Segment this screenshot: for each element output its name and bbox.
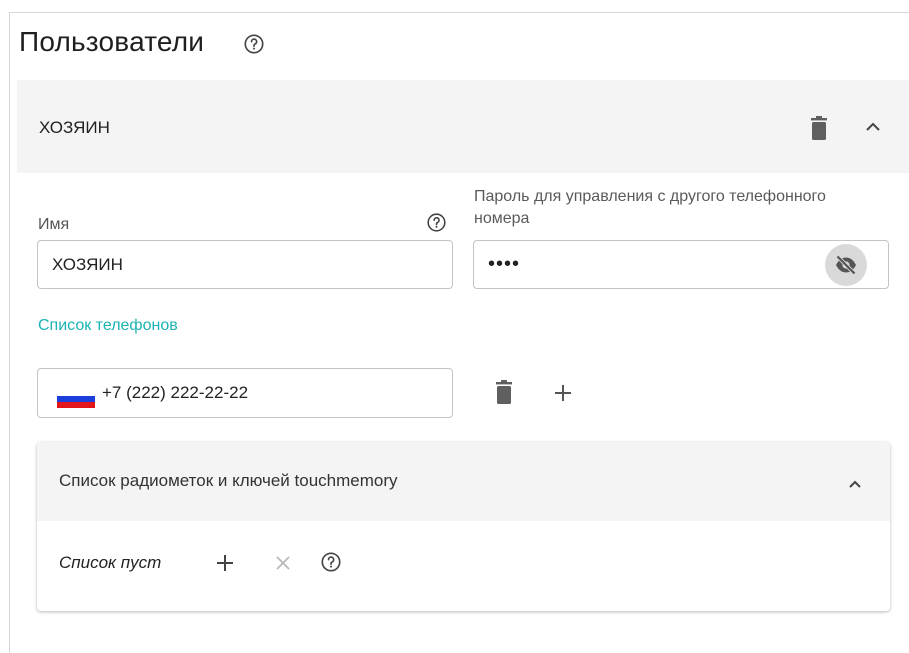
toggle-password-visibility-button[interactable] xyxy=(825,244,867,286)
add-radio-tag-button[interactable] xyxy=(215,553,235,573)
phone-field[interactable]: +7 (222) 222-22-22 xyxy=(37,368,453,418)
phones-heading: Список телефонов xyxy=(38,317,178,334)
password-label: Пароль для управления с другого телефонн… xyxy=(474,188,826,227)
collapse-user-button[interactable] xyxy=(864,120,882,134)
delete-user-button[interactable] xyxy=(809,116,829,140)
plus-icon xyxy=(555,385,571,401)
clear-radio-tags-button[interactable] xyxy=(274,554,292,572)
phone-value: +7 (222) 222-22-22 xyxy=(102,383,249,402)
help-icon[interactable] xyxy=(243,33,265,55)
name-label: Имя xyxy=(38,216,70,233)
page-title: Пользователи xyxy=(19,26,205,57)
add-phone-button[interactable] xyxy=(553,383,573,403)
russia-flag-icon xyxy=(57,390,95,408)
collapse-radio-tags-button[interactable] xyxy=(847,477,863,489)
chevron-up-icon xyxy=(849,480,861,488)
chevron-up-icon xyxy=(866,122,880,131)
delete-phone-button[interactable] xyxy=(494,380,514,404)
user-header-name: ХОЗЯИН xyxy=(39,118,110,137)
close-icon xyxy=(276,556,290,570)
user-card-header[interactable] xyxy=(17,80,909,173)
radio-tags-help-icon[interactable] xyxy=(320,551,342,573)
trash-icon xyxy=(496,380,512,404)
trash-icon xyxy=(811,116,827,140)
radio-tags-card: Список радиометок и ключей touchmemory С… xyxy=(37,442,890,611)
name-field[interactable]: ХОЗЯИН xyxy=(37,240,453,289)
radio-tags-header[interactable]: Список радиометок и ключей touchmemory xyxy=(37,442,890,521)
radio-tags-title: Список радиометок и ключей touchmemory xyxy=(59,471,398,490)
eye-off-icon xyxy=(836,255,856,275)
plus-icon xyxy=(217,555,233,571)
empty-list-text: Список пуст xyxy=(59,553,162,572)
name-help-icon[interactable] xyxy=(426,212,447,233)
